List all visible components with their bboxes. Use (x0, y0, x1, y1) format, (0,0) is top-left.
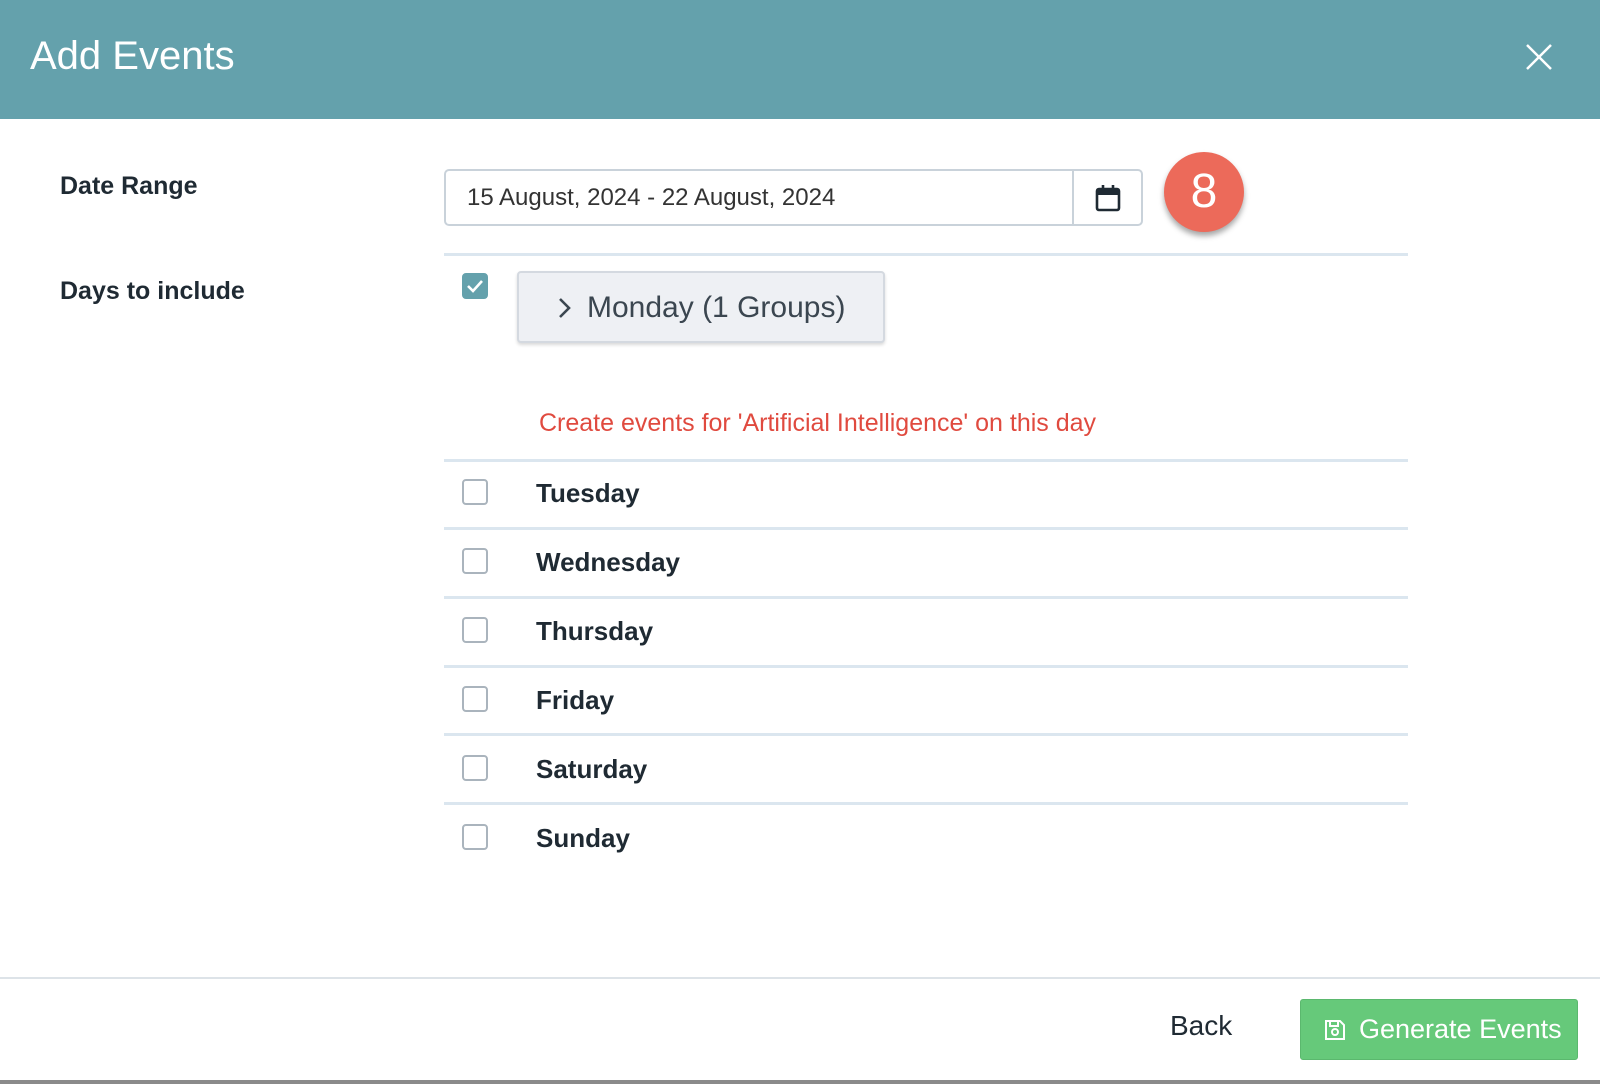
generate-events-button[interactable]: Generate Events (1300, 999, 1578, 1060)
wednesday-label: Wednesday (536, 547, 681, 577)
generate-events-label: Generate Events (1359, 1014, 1562, 1044)
add-events-modal: Add Events Date Range 15 August, 2024 - … (0, 0, 1600, 1080)
monday-checkbox[interactable] (462, 273, 488, 299)
wednesday-checkbox[interactable] (462, 548, 488, 574)
back-button[interactable]: Back (1170, 1010, 1232, 1042)
warning-message: Create events for 'Artificial Intelligen… (539, 409, 1097, 437)
friday-checkbox[interactable] (462, 686, 488, 712)
divider (444, 253, 1408, 256)
date-range-input[interactable]: 15 August, 2024 - 22 August, 2024 (444, 169, 1074, 226)
days-to-include-label: Days to include (60, 277, 245, 305)
friday-label: Friday (536, 685, 615, 715)
divider (444, 802, 1408, 805)
saturday-label: Saturday (536, 754, 648, 784)
checkmark-icon (467, 280, 483, 293)
tuesday-checkbox[interactable] (462, 479, 488, 505)
thursday-checkbox[interactable] (462, 617, 488, 643)
sunday-checkbox[interactable] (462, 824, 488, 850)
step-badge: 8 (1164, 152, 1244, 232)
date-range-label: Date Range (60, 172, 198, 200)
footer-divider (0, 977, 1600, 979)
divider (444, 665, 1408, 668)
divider (444, 733, 1408, 736)
chevron-right-icon (559, 298, 571, 318)
calendar-icon (1095, 184, 1120, 211)
divider (444, 459, 1408, 462)
modal-header: Add Events (0, 0, 1600, 119)
saturday-checkbox[interactable] (462, 755, 488, 781)
monday-groups-toggle[interactable]: Monday (1 Groups) (517, 271, 885, 343)
thursday-label: Thursday (536, 616, 654, 646)
close-icon[interactable] (1524, 42, 1554, 72)
tuesday-label: Tuesday (536, 478, 640, 508)
divider (444, 596, 1408, 599)
sunday-label: Sunday (536, 823, 630, 853)
divider (444, 527, 1408, 530)
modal-title: Add Events (30, 34, 235, 78)
save-icon (1325, 1020, 1345, 1040)
monday-label: Monday (1 Groups) (587, 291, 846, 324)
calendar-button[interactable] (1072, 169, 1143, 226)
